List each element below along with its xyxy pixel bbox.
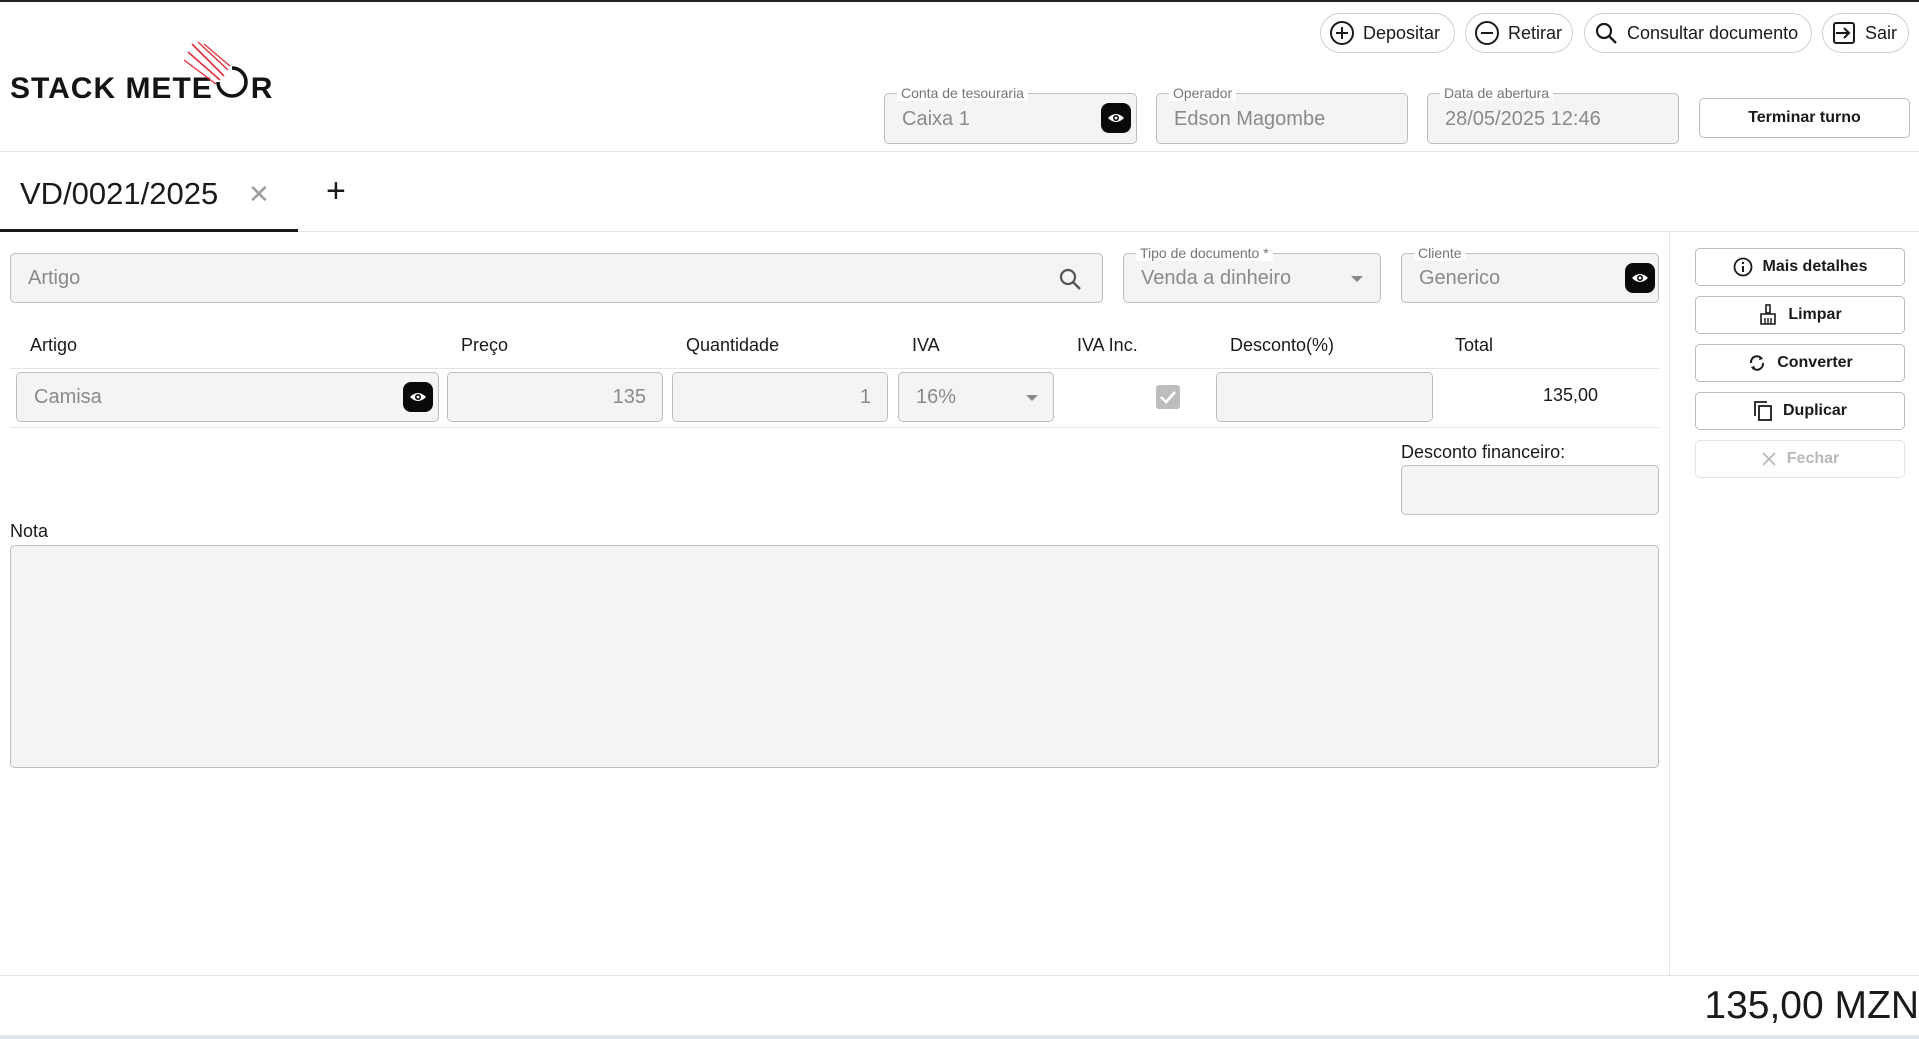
financial-discount-input[interactable] (1401, 465, 1659, 515)
note-label: Nota (10, 521, 49, 541)
article-view-button[interactable] (403, 382, 433, 412)
table-row-divider (10, 427, 1659, 428)
document-tabs: VD/0021/2025 ✕ + (0, 152, 1919, 232)
close-document-button[interactable]: Fechar (1695, 440, 1905, 478)
row-vat-select[interactable]: 16% (898, 372, 1054, 422)
document-type-value: Venda a dinheiro (1141, 267, 1292, 289)
client-view-button[interactable] (1625, 263, 1655, 293)
deposit-label: Depositar (1363, 22, 1441, 43)
operator-value: Edson Magombe (1174, 108, 1326, 130)
brand-logo: STACK METE R (10, 40, 272, 110)
side-divider (1669, 233, 1670, 975)
more-details-label: Mais detalhes (1762, 258, 1868, 275)
client-field[interactable]: Cliente Generico (1401, 245, 1659, 303)
duplicate-label: Duplicar (1782, 402, 1847, 419)
row-discount-field[interactable] (1216, 372, 1433, 422)
chevron-down-icon (1351, 276, 1363, 282)
logout-icon (1833, 22, 1855, 44)
consult-document-button[interactable]: Consultar documento (1584, 13, 1812, 53)
treasury-account-value: Caixa 1 (902, 108, 970, 130)
check-icon (1160, 391, 1176, 404)
row-quantity-value: 1 (859, 386, 871, 408)
withdraw-label: Retirar (1508, 22, 1563, 43)
opening-date-label: Data de abertura (1440, 85, 1554, 101)
article-search-placeholder: Artigo (28, 267, 81, 289)
search-icon[interactable] (1057, 266, 1083, 292)
col-header-price: Preço (461, 335, 509, 355)
plus-circle-icon (1330, 21, 1354, 45)
grand-total: 135,00 MZN (1704, 984, 1919, 1027)
row-quantity-field[interactable]: 1 (672, 372, 888, 422)
treasury-account-field[interactable]: Conta de tesouraria Caixa 1 (884, 85, 1137, 144)
row-article-value: Camisa (34, 386, 102, 408)
sync-icon (1750, 355, 1765, 371)
opening-date-value: 28/05/2025 12:46 (1445, 108, 1601, 130)
article-search-input[interactable]: Artigo (10, 253, 1103, 303)
end-shift-button[interactable]: Terminar turno (1699, 98, 1910, 138)
treasury-account-label: Conta de tesouraria (897, 85, 1028, 101)
header: STACK METE R Depositar Retirar Consultar … (0, 2, 1919, 152)
col-header-quantity: Quantidade (686, 335, 780, 355)
col-header-article: Artigo (30, 335, 78, 355)
exit-button[interactable]: Sair (1822, 13, 1909, 53)
deposit-button[interactable]: Depositar (1320, 13, 1455, 53)
row-total-value: 135,00 (1543, 385, 1599, 405)
col-header-vat: IVA (912, 335, 940, 355)
close-document-label: Fechar (1786, 450, 1840, 467)
footer-bar (0, 1035, 1919, 1039)
consult-document-label: Consultar documento (1627, 22, 1799, 43)
document-type-label: Tipo de documento * (1136, 245, 1273, 261)
broom-icon (1760, 304, 1777, 325)
eye-icon (1632, 274, 1648, 282)
clear-button[interactable]: Limpar (1695, 296, 1905, 334)
exit-label: Sair (1865, 22, 1898, 43)
operator-field: Operador Edson Magombe (1156, 85, 1408, 144)
row-price-value: 135 (612, 386, 646, 408)
operator-label: Operador (1169, 85, 1237, 101)
financial-discount-label: Desconto financeiro: (1401, 442, 1566, 462)
close-icon[interactable]: ✕ (248, 179, 270, 210)
tab-document[interactable]: VD/0021/2025 ✕ (0, 152, 298, 232)
note-textarea[interactable] (10, 545, 1659, 768)
minus-circle-icon (1475, 21, 1499, 45)
chevron-down-icon (1026, 395, 1038, 401)
row-price-field[interactable]: 135 (447, 372, 663, 422)
more-details-button[interactable]: Mais detalhes (1695, 248, 1905, 286)
row-vat-included-checkbox[interactable] (1156, 385, 1180, 409)
convert-button[interactable]: Converter (1695, 344, 1905, 382)
document-type-select[interactable]: Tipo de documento * Venda a dinheiro (1123, 245, 1381, 303)
end-shift-label: Terminar turno (1748, 109, 1861, 126)
eye-icon (410, 393, 426, 401)
withdraw-button[interactable]: Retirar (1465, 13, 1573, 53)
copy-icon (1754, 401, 1772, 421)
close-icon (1762, 452, 1776, 466)
convert-label: Converter (1777, 354, 1853, 371)
info-icon (1733, 257, 1752, 277)
row-vat-value: 16% (916, 386, 957, 408)
app-root: STACK METE R Depositar Retirar Consultar … (0, 0, 1919, 1039)
tab-label: VD/0021/2025 (20, 176, 219, 211)
client-label: Cliente (1414, 245, 1466, 261)
search-icon (1595, 22, 1617, 44)
treasury-view-button[interactable] (1101, 103, 1131, 133)
opening-date-field: Data de abertura 28/05/2025 12:46 (1427, 85, 1679, 144)
add-tab-icon[interactable]: + (326, 172, 346, 211)
client-value: Generico (1419, 267, 1501, 289)
clear-label: Limpar (1788, 306, 1842, 323)
row-article-field[interactable]: Camisa (16, 372, 439, 422)
table-header-divider (10, 368, 1659, 369)
eye-icon (1108, 114, 1124, 122)
duplicate-button[interactable]: Duplicar (1695, 392, 1905, 430)
meteor-icon (183, 41, 248, 98)
footer: 135,00 MZN (0, 975, 1919, 1039)
col-header-total: Total (1455, 335, 1494, 355)
col-header-vat-included: IVA Inc. (1077, 335, 1138, 355)
col-header-discount: Desconto(%) (1230, 335, 1335, 355)
